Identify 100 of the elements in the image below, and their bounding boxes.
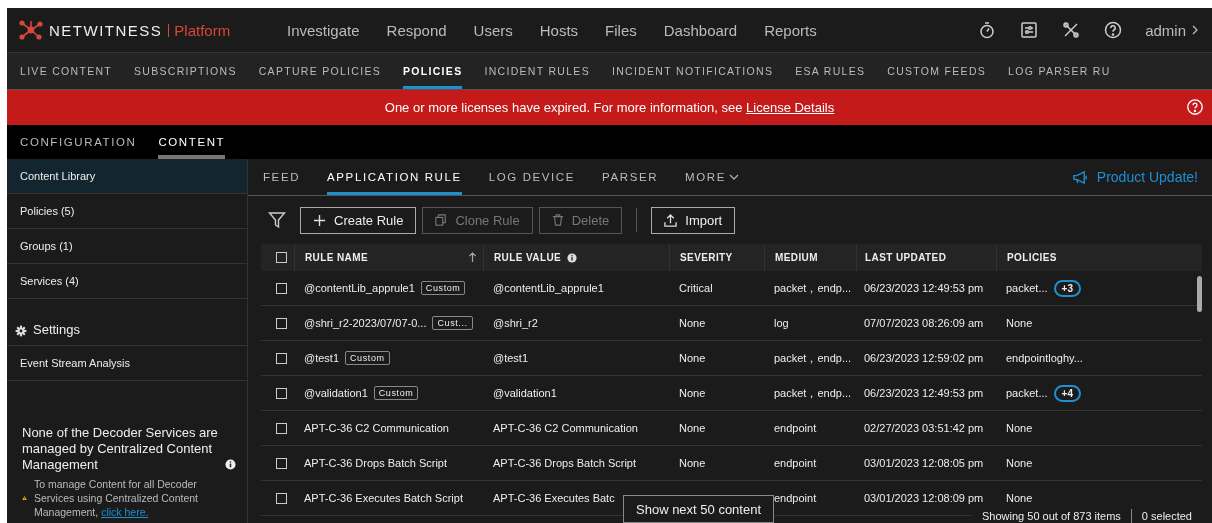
rule-name: APT-C-36 Executes Batch Script [304,492,463,504]
medium: packet，endp... [774,385,852,401]
rule-value: @contentLib_apprule1 [493,282,604,294]
rule-name: @test1 [304,352,339,364]
rule-value: @validation1 [493,387,557,399]
help-icon[interactable] [1103,20,1124,40]
medium: endpoint [774,492,817,504]
nav-link[interactable]: Dashboard [663,21,738,39]
banner-message: One or more licenses have expired. For more information, see License Details [384,100,835,115]
row-checkbox[interactable] [276,492,287,504]
section-tab[interactable]: CONFIGURATION [20,125,137,159]
brand-name: NETWITNESS [49,21,163,39]
import-button[interactable]: Import [651,206,736,234]
policies: None [1006,422,1033,434]
gear-icon [15,325,27,337]
nav-tab[interactable]: INCIDENT NOTIFICATIONS [612,53,774,89]
help-icon[interactable] [1186,98,1204,116]
column-header[interactable]: LAST UPDATED [865,252,947,263]
product-update-link[interactable]: Product Update! [1071,159,1198,195]
severity: None [679,422,706,434]
more-count-badge[interactable]: +3 [1053,279,1081,297]
settings-heading: Settings [33,322,80,337]
nav-link[interactable]: Investigate [287,21,360,39]
rule-value: @test1 [493,352,528,364]
scrollbar-thumb[interactable] [1197,276,1202,312]
copy-icon [435,214,448,226]
chevron-right-icon [1192,25,1198,35]
sort-up-icon[interactable] [468,252,477,263]
severity: None [679,457,706,469]
medium: packet，endp... [774,350,852,366]
last-updated: 06/23/2023 12:49:53 pm [864,282,984,294]
more-tab[interactable]: MORE [685,159,739,195]
last-updated: 06/23/2023 12:49:53 pm [864,387,984,399]
select-all-checkbox[interactable] [276,252,287,263]
notice-text: To manage Content for all Decoder Services using Centralized Content Management, click here. [34,477,199,519]
nav-link[interactable]: Users [473,21,513,39]
warning-icon [22,493,27,503]
nav-tab[interactable]: ESA RULES [795,53,866,89]
rule-name: @contentLib_apprule1 [304,282,415,294]
last-updated: 02/27/2023 03:51:42 pm [864,422,984,434]
click-here-link[interactable]: click here. [101,506,149,518]
license-details-link[interactable]: License Details [746,100,835,115]
filter-icon[interactable] [268,211,286,229]
column-header[interactable]: RULE NAME [305,252,369,263]
row-checkbox[interactable] [276,422,287,434]
create-button[interactable]: Create Rule [300,206,417,234]
notice-title: None of the Decoder Services are managed by Centralized Content Management [22,425,219,473]
row-checkbox[interactable] [276,387,287,399]
info-icon [567,252,578,263]
row-checkbox[interactable] [276,352,287,364]
nav-tab[interactable]: LIVE CONTENT [20,53,113,89]
medium: endpoint [774,457,817,469]
plus-icon [313,213,326,227]
sidebar-item[interactable]: Policies (5) [7,194,247,229]
show-next-button[interactable]: Show next 50 content [623,495,775,523]
tools-icon[interactable] [1061,20,1082,40]
row-checkbox[interactable] [276,282,287,294]
last-updated: 03/01/2023 12:08:05 pm [864,457,984,469]
column-header[interactable]: RULE VALUE [494,252,562,263]
policies: None [1006,457,1033,469]
column-header[interactable]: POLICIES [1007,252,1057,263]
nav-tab[interactable]: INCIDENT RULES [484,53,590,89]
nav-link[interactable]: Hosts [539,21,579,39]
sidebar-item[interactable]: Groups (1) [7,229,247,264]
medium: endpoint [774,422,817,434]
policies: endpointloghy... [1006,352,1083,364]
nav-link[interactable]: Reports [764,21,817,39]
nav-tab[interactable]: CAPTURE POLICIES [258,53,382,89]
megaphone-icon [1071,169,1089,185]
custom-tag: Custom [420,281,466,295]
rule-value: APT-C-36 Drops Batch Script [493,457,637,469]
column-header[interactable]: MEDIUM [775,252,818,263]
nav-link[interactable]: Respond [386,21,447,39]
column-header[interactable]: SEVERITY [680,252,733,263]
severity: None [679,352,706,364]
last-updated: 03/01/2023 12:08:09 pm [864,492,984,504]
custom-tag: Custom [345,351,390,365]
rule-type-tab[interactable]: PARSER [602,159,659,195]
chevron-down-icon [729,174,739,180]
more-count-badge[interactable]: +4 [1053,384,1081,402]
nav-tab[interactable]: LOG PARSER RU [1008,53,1111,89]
rule-value: @shri_r2 [493,317,538,329]
rule-type-tab[interactable]: APPLICATION RULE [327,159,462,195]
user-menu[interactable]: admin [1145,21,1198,39]
sliders-icon[interactable] [1019,20,1040,40]
row-checkbox[interactable] [276,317,287,329]
rule-name: APT-C-36 Drops Batch Script [304,457,448,469]
sidebar-item[interactable]: Services (4) [7,264,247,299]
upload-icon [664,213,678,227]
last-updated: 06/23/2023 12:59:02 pm [864,352,984,364]
trash-icon [551,214,564,226]
nav-tab[interactable]: SUBSCRIPTIONS [134,53,237,89]
rule-type-tab[interactable]: LOG DEVICE [488,159,576,195]
sidebar-item[interactable]: Content Library [7,159,247,194]
nav-tab[interactable]: CUSTOM FEEDS [887,53,987,89]
sidebar-item[interactable]: Event Stream Analysis [7,346,247,381]
nav-link[interactable]: Files [605,21,637,39]
custom-tag: Custom [373,386,419,400]
rule-type-tab[interactable]: FEED [263,159,301,195]
row-checkbox[interactable] [276,457,287,469]
